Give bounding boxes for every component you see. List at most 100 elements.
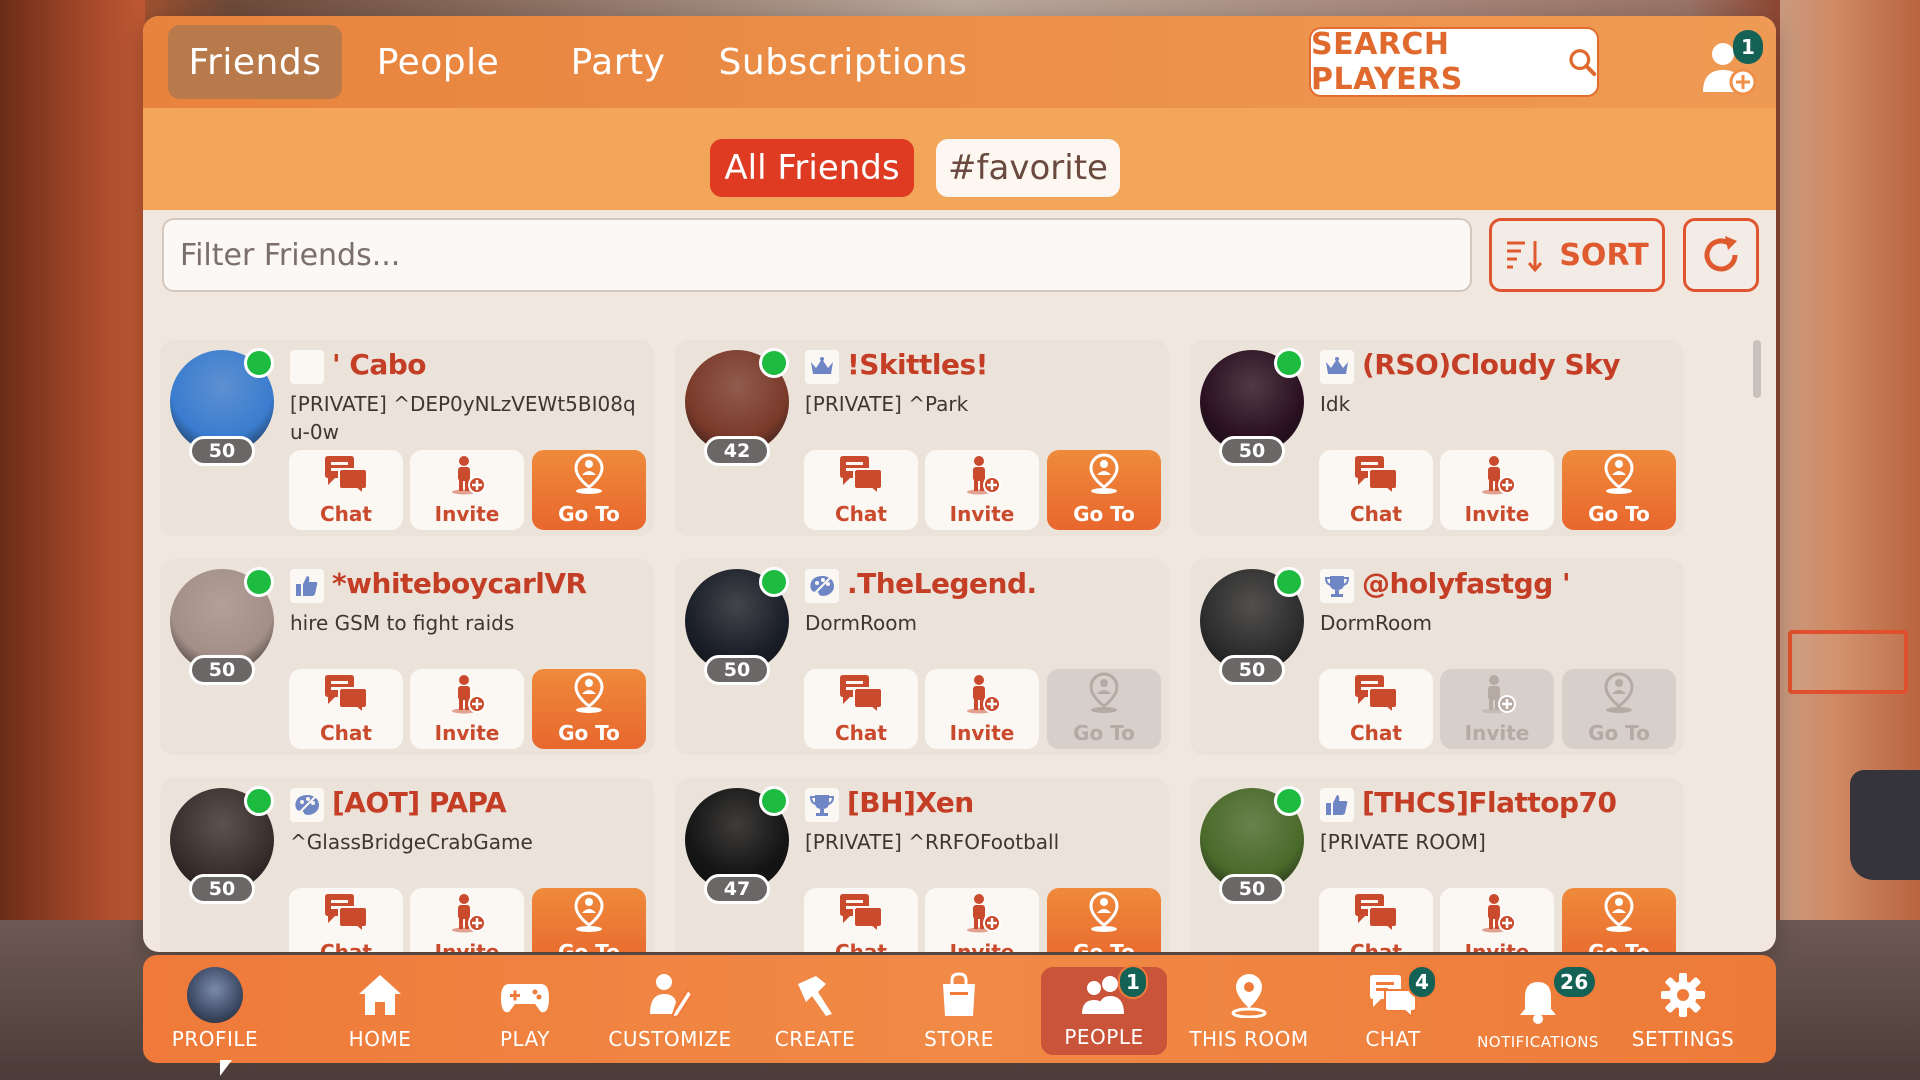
friend-status: DormRoom bbox=[1320, 611, 1432, 635]
friend-card[interactable]: 42 !Skittles! [PRIVATE] ^Park Chat Invit… bbox=[675, 340, 1169, 536]
background-basket bbox=[1850, 770, 1920, 880]
goto-icon bbox=[569, 453, 609, 502]
friend-requests-button[interactable]: 1 bbox=[1699, 30, 1763, 98]
friend-card[interactable]: 50 @holyfastgg ' DormRoom Chat Invite Go… bbox=[1190, 559, 1684, 755]
nav-people[interactable]: PEOPLE 1 bbox=[1041, 965, 1167, 1055]
nav-customize[interactable]: CUSTOMIZE bbox=[600, 955, 740, 1063]
friend-level-badge: 50 bbox=[1219, 655, 1285, 685]
subtab-all-friends[interactable]: All Friends bbox=[710, 139, 914, 197]
crown-icon bbox=[1320, 350, 1354, 384]
nav-label: CREATE bbox=[774, 1027, 856, 1051]
nav-home[interactable]: HOME bbox=[310, 955, 450, 1063]
nav-this-room[interactable]: THIS ROOM bbox=[1179, 955, 1319, 1063]
nav-label: CUSTOMIZE bbox=[608, 1027, 732, 1051]
nav-settings[interactable]: SETTINGS bbox=[1613, 955, 1753, 1063]
sort-label: SORT bbox=[1559, 237, 1649, 273]
friend-card[interactable]: 50 (RSO)Cloudy Sky Idk Chat Invite Go To bbox=[1190, 340, 1684, 536]
friend-card[interactable]: 50 [AOT] PAPA ^GlassBridgeCrabGame Chat … bbox=[160, 778, 654, 952]
goto-button-label: Go To bbox=[558, 502, 620, 526]
invite-button[interactable]: Invite bbox=[925, 450, 1039, 530]
invite-button[interactable]: Invite bbox=[410, 888, 524, 952]
friend-status: Idk bbox=[1320, 392, 1351, 416]
nav-notifications[interactable]: NOTIFICATIONS 26 bbox=[1468, 955, 1608, 1063]
filter-friends-input[interactable]: Filter Friends... bbox=[162, 218, 1472, 292]
friend-card[interactable]: 50 ' Cabo [PRIVATE] ^DEP0yNLzVEWt5BI08qu… bbox=[160, 340, 654, 536]
chat-button[interactable]: Chat bbox=[289, 669, 403, 749]
nav-chat[interactable]: CHAT 4 bbox=[1323, 955, 1463, 1063]
friend-name: *whiteboycarlVR bbox=[332, 567, 587, 600]
goto-icon bbox=[1084, 891, 1124, 940]
invite-icon bbox=[447, 455, 487, 502]
goto-button[interactable]: Go To bbox=[1562, 450, 1676, 530]
invite-button[interactable]: Invite bbox=[925, 888, 1039, 952]
invite-button[interactable]: Invite bbox=[1440, 669, 1554, 749]
crown-icon bbox=[805, 350, 839, 384]
goto-button-label: Go To bbox=[1073, 502, 1135, 526]
invite-button[interactable]: Invite bbox=[1440, 888, 1554, 952]
goto-button[interactable]: Go To bbox=[1047, 888, 1161, 952]
online-indicator bbox=[1274, 786, 1304, 816]
chat-button[interactable]: Chat bbox=[1319, 450, 1433, 530]
chat-button[interactable]: Chat bbox=[289, 888, 403, 952]
nav-profile[interactable]: PROFILE bbox=[145, 955, 285, 1063]
profile-avatar bbox=[187, 967, 243, 1023]
chat-icon bbox=[1353, 455, 1399, 502]
nav-play[interactable]: PLAY bbox=[455, 955, 595, 1063]
tab-subscriptions[interactable]: Subscriptions bbox=[713, 25, 973, 99]
background-basketball-hoop bbox=[1788, 630, 1908, 694]
online-indicator bbox=[759, 567, 789, 597]
subtab-favorite[interactable]: #favorite bbox=[936, 139, 1120, 197]
tab-people[interactable]: People bbox=[358, 25, 518, 99]
friends-list: 50 ' Cabo [PRIVATE] ^DEP0yNLzVEWt5BI08qu… bbox=[143, 326, 1776, 952]
goto-button[interactable]: Go To bbox=[532, 669, 646, 749]
chat-button[interactable]: Chat bbox=[289, 450, 403, 530]
friend-level-badge: 50 bbox=[704, 655, 770, 685]
search-players-label: SEARCH PLAYERS bbox=[1311, 27, 1463, 97]
invite-icon bbox=[962, 893, 1002, 940]
chat-button[interactable]: Chat bbox=[804, 450, 918, 530]
nav-label: HOME bbox=[348, 1027, 412, 1051]
goto-button[interactable]: Go To bbox=[1047, 669, 1161, 749]
home-icon bbox=[356, 972, 404, 1023]
friend-card[interactable]: 50 *whiteboycarlVR hire GSM to fight rai… bbox=[160, 559, 654, 755]
friend-card[interactable]: 50 [THCS]Flattop70 [PRIVATE ROOM] Chat I… bbox=[1190, 778, 1684, 952]
nav-store[interactable]: STORE bbox=[889, 955, 1029, 1063]
chat-icon bbox=[323, 455, 369, 502]
invite-button[interactable]: Invite bbox=[925, 669, 1039, 749]
chat-button-label: Chat bbox=[835, 721, 887, 745]
chat-icon bbox=[838, 893, 884, 940]
refresh-button[interactable] bbox=[1683, 218, 1759, 292]
friend-card[interactable]: 47 [BH]Xen [PRIVATE] ^RRFOFootball Chat … bbox=[675, 778, 1169, 952]
chat-button[interactable]: Chat bbox=[1319, 669, 1433, 749]
invite-button-label: Invite bbox=[949, 940, 1015, 952]
gear-icon bbox=[1660, 972, 1706, 1023]
goto-button[interactable]: Go To bbox=[532, 450, 646, 530]
friends-list-scrollbar[interactable] bbox=[1753, 340, 1761, 398]
chat-button[interactable]: Chat bbox=[804, 888, 918, 952]
nav-create[interactable]: CREATE bbox=[745, 955, 885, 1063]
search-players-button[interactable]: SEARCH PLAYERS bbox=[1309, 27, 1599, 97]
invite-button[interactable]: Invite bbox=[410, 669, 524, 749]
invite-button-label: Invite bbox=[1464, 721, 1530, 745]
invite-icon bbox=[962, 455, 1002, 502]
tab-party[interactable]: Party bbox=[543, 25, 693, 99]
location-icon bbox=[1229, 972, 1269, 1023]
invite-button[interactable]: Invite bbox=[1440, 450, 1554, 530]
bottom-nav: PROFILE HOME PLAY CUSTOMIZE CREATE STORE… bbox=[143, 955, 1776, 1063]
invite-button[interactable]: Invite bbox=[410, 450, 524, 530]
chat-icon bbox=[1353, 893, 1399, 940]
goto-button[interactable]: Go To bbox=[1047, 450, 1161, 530]
sort-button[interactable]: SORT bbox=[1489, 218, 1665, 292]
goto-button[interactable]: Go To bbox=[532, 888, 646, 952]
invite-button-label: Invite bbox=[949, 721, 1015, 745]
friend-card[interactable]: 50 .TheLegend. DormRoom Chat Invite Go T… bbox=[675, 559, 1169, 755]
friend-name: [AOT] PAPA bbox=[332, 786, 507, 819]
chat-button[interactable]: Chat bbox=[804, 669, 918, 749]
goto-button[interactable]: Go To bbox=[1562, 669, 1676, 749]
online-indicator bbox=[244, 348, 274, 378]
friend-status: [PRIVATE] ^Park bbox=[805, 392, 969, 416]
tab-friends[interactable]: Friends bbox=[168, 25, 342, 99]
goto-button[interactable]: Go To bbox=[1562, 888, 1676, 952]
friend-name: @holyfastgg ' bbox=[1362, 567, 1571, 600]
chat-button[interactable]: Chat bbox=[1319, 888, 1433, 952]
